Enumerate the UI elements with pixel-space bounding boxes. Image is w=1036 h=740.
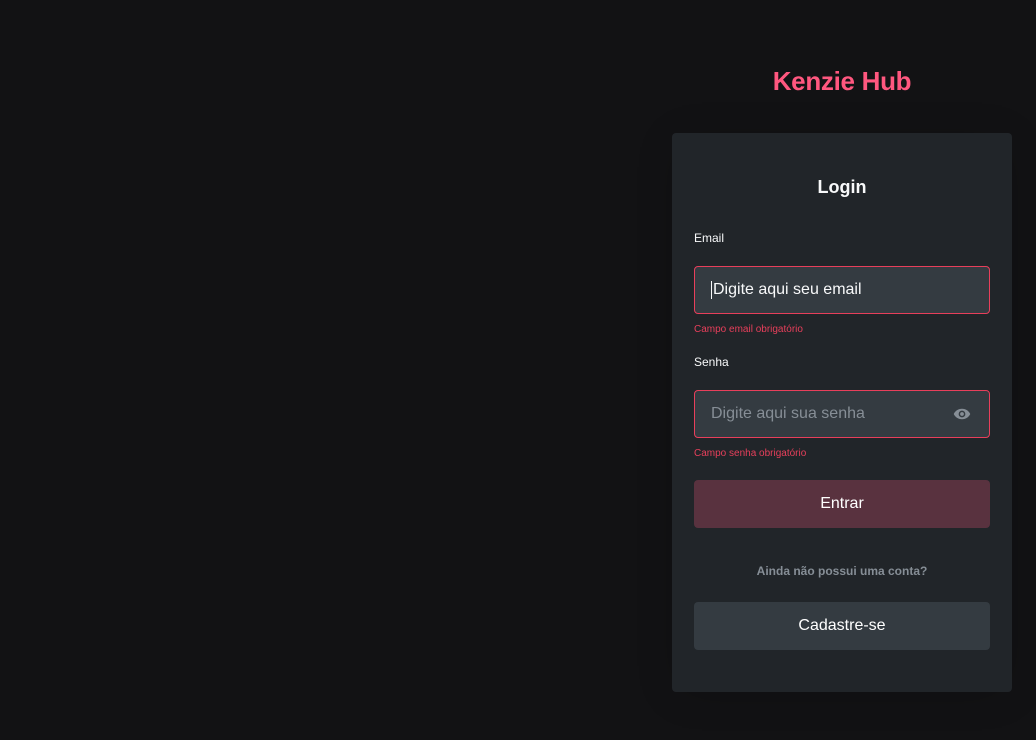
email-error-message: Campo email obrigatório: [694, 324, 803, 335]
login-submit-button[interactable]: Entrar: [694, 480, 990, 528]
password-label: Senha: [694, 355, 729, 369]
login-title: Login: [817, 177, 867, 197]
email-input[interactable]: [713, 281, 973, 299]
signup-hint-text: Ainda não possui uma conta?: [756, 564, 928, 578]
email-label: Email: [694, 231, 725, 245]
signup-button[interactable]: Cadastre-se: [694, 602, 990, 650]
password-error-message: Campo senha obrigatório: [694, 448, 807, 459]
login-page: Kenzie Hub Login Email Campo email obrig…: [0, 0, 1036, 740]
password-input[interactable]: [711, 405, 951, 423]
eye-icon[interactable]: [951, 403, 973, 425]
email-field-wrapper[interactable]: [694, 266, 990, 314]
text-caret: [711, 281, 712, 299]
login-card: Login Email Campo email obrigatório Senh…: [672, 133, 1012, 692]
password-field-wrapper[interactable]: [694, 390, 990, 438]
brand-logo: Kenzie Hub: [772, 66, 912, 96]
